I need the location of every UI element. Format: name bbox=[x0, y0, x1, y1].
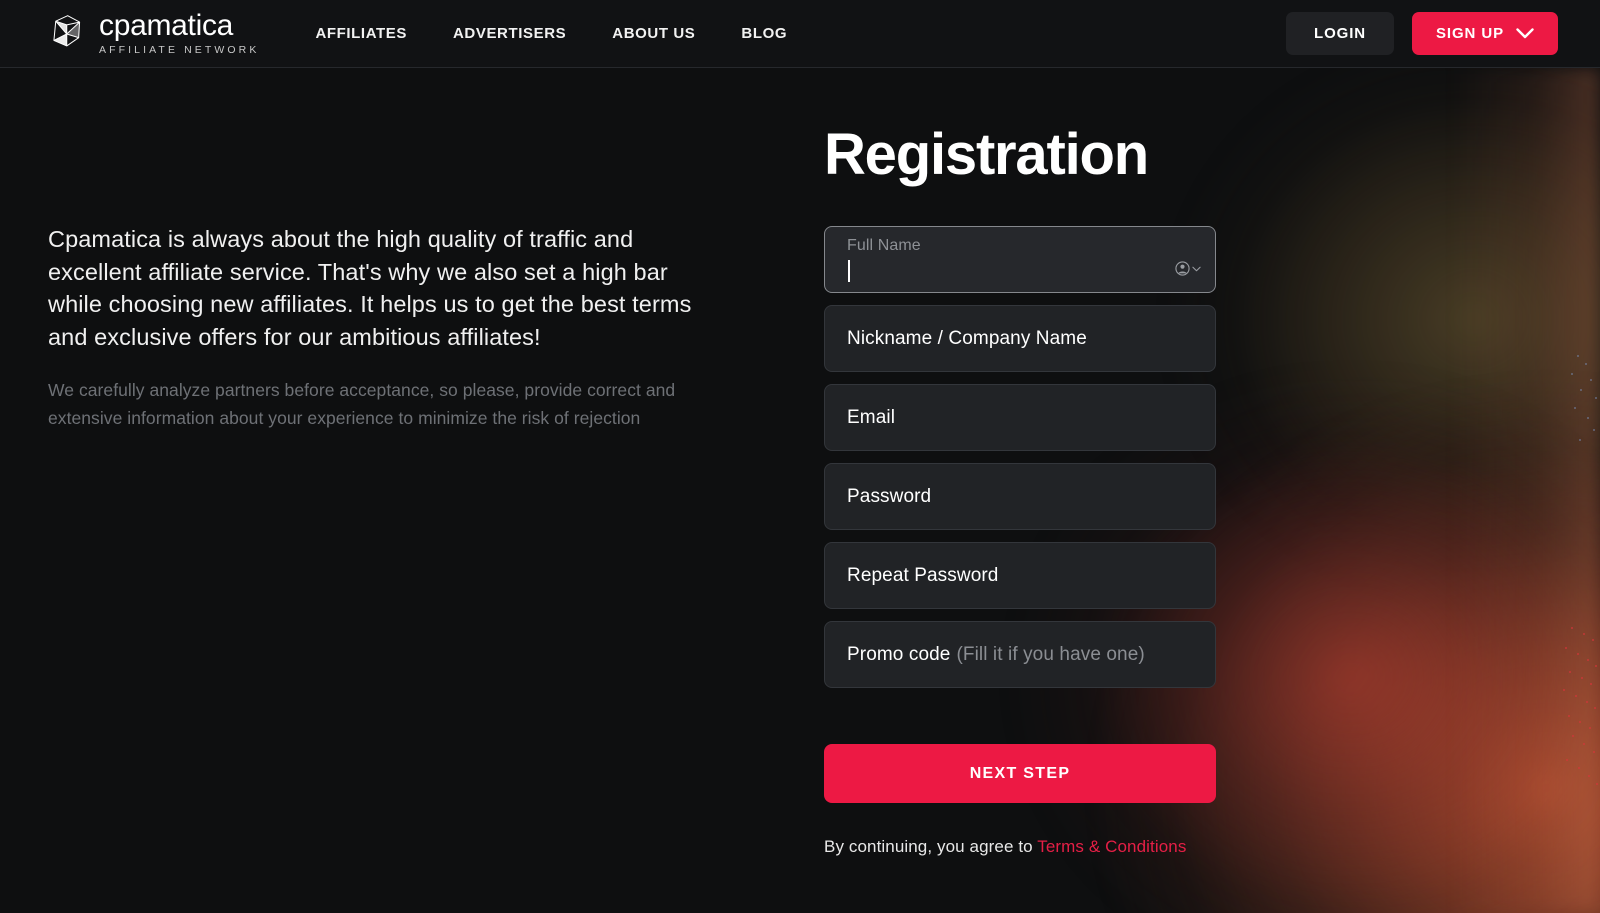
contact-autofill-icon[interactable] bbox=[1175, 261, 1201, 276]
autofill-chevron-down-icon bbox=[1192, 266, 1201, 272]
nav-item-advertisers[interactable]: ADVERTISERS bbox=[453, 17, 566, 50]
site-header: cpamatica AFFILIATE NETWORK AFFILIATES A… bbox=[0, 0, 1600, 68]
nav-item-affiliates[interactable]: AFFILIATES bbox=[315, 17, 407, 50]
terms-and-conditions-link[interactable]: Terms & Conditions bbox=[1037, 837, 1186, 856]
terms-notice: By continuing, you agree to Terms & Cond… bbox=[824, 837, 1216, 857]
promo-code-hint: (Fill it if you have one) bbox=[956, 644, 1144, 666]
brand-text: cpamatica AFFILIATE NETWORK bbox=[99, 11, 259, 56]
next-step-button[interactable]: NEXT STEP bbox=[824, 744, 1216, 803]
intro-sub-text: We carefully analyze partners before acc… bbox=[48, 376, 698, 433]
page-title: Registration bbox=[824, 126, 1216, 184]
header-actions: LOGIN SIGN UP bbox=[1286, 12, 1558, 55]
login-button[interactable]: LOGIN bbox=[1286, 12, 1394, 55]
polygon-gem-icon bbox=[42, 12, 86, 56]
signup-button[interactable]: SIGN UP bbox=[1412, 12, 1558, 55]
password-field[interactable]: Password bbox=[824, 463, 1216, 530]
nav-item-about-us[interactable]: ABOUT US bbox=[612, 17, 695, 50]
repeat-password-label: Repeat Password bbox=[847, 565, 998, 587]
promo-code-label: Promo code bbox=[847, 644, 950, 666]
brand-name: cpamatica bbox=[99, 11, 259, 41]
nickname-company-label: Nickname / Company Name bbox=[847, 328, 1087, 350]
full-name-field[interactable]: Full Name bbox=[824, 226, 1216, 293]
main-content: Cpamatica is always about the high quali… bbox=[0, 68, 1600, 913]
text-caret bbox=[848, 260, 850, 282]
chevron-down-icon bbox=[1516, 28, 1534, 39]
promo-code-field[interactable]: Promo code (Fill it if you have one) bbox=[824, 621, 1216, 688]
registration-page: cpamatica AFFILIATE NETWORK AFFILIATES A… bbox=[0, 0, 1600, 913]
brand-tagline: AFFILIATE NETWORK bbox=[99, 45, 259, 56]
nickname-company-field[interactable]: Nickname / Company Name bbox=[824, 305, 1216, 372]
email-label: Email bbox=[847, 407, 895, 429]
email-field[interactable]: Email bbox=[824, 384, 1216, 451]
terms-prefix: By continuing, you agree to bbox=[824, 837, 1037, 856]
signup-button-label: SIGN UP bbox=[1436, 25, 1504, 42]
intro-lead-text: Cpamatica is always about the high quali… bbox=[48, 223, 728, 354]
password-label: Password bbox=[847, 486, 931, 508]
main-navigation: AFFILIATES ADVERTISERS ABOUT US BLOG bbox=[315, 17, 787, 50]
intro-column: Cpamatica is always about the high quali… bbox=[48, 223, 728, 432]
full-name-label: Full Name bbox=[847, 237, 921, 255]
brand-logo[interactable]: cpamatica AFFILIATE NETWORK bbox=[42, 11, 259, 56]
repeat-password-field[interactable]: Repeat Password bbox=[824, 542, 1216, 609]
nav-item-blog[interactable]: BLOG bbox=[741, 17, 787, 50]
registration-form-column: Registration Full Name Nickname / Comp bbox=[824, 126, 1216, 857]
